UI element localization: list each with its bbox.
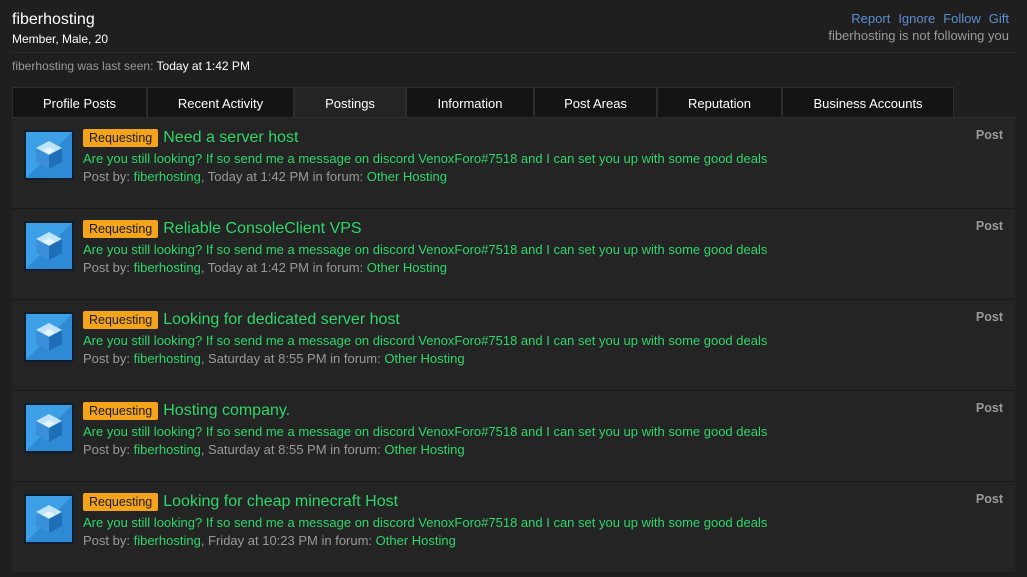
list-item: Requesting Looking for cheap minecraft H…: [12, 482, 1015, 573]
post-snippet: Are you still looking? If so send me a m…: [83, 333, 768, 348]
tab-post-areas[interactable]: Post Areas: [534, 87, 657, 118]
list-item: Requesting Hosting company. Are you stil…: [12, 391, 1015, 482]
post-content: Requesting Looking for dedicated server …: [83, 310, 767, 367]
post-title-link[interactable]: Looking for dedicated server host: [163, 311, 400, 329]
prefix-badge: Requesting: [83, 493, 159, 511]
tab-information[interactable]: Information: [406, 87, 534, 118]
action-links: Report Ignore Follow Gift: [828, 11, 1009, 27]
content-type-label: Post: [975, 401, 1003, 415]
follow-status: fiberhosting is not following you: [828, 28, 1009, 43]
post-by-label: Post by:: [83, 260, 130, 275]
author-link[interactable]: fiberhosting: [134, 351, 201, 366]
list-item: Requesting Need a server host Are you st…: [12, 118, 1015, 209]
avatar[interactable]: [24, 221, 74, 271]
post-title-link[interactable]: Looking for cheap minecraft Host: [163, 493, 398, 511]
title-row: Requesting Looking for cheap minecraft H…: [83, 492, 767, 512]
prefix-badge: Requesting: [83, 129, 159, 147]
post-content: Requesting Hosting company. Are you stil…: [83, 401, 767, 458]
title-row: Requesting Need a server host: [83, 128, 767, 148]
profile-tabs: Profile Posts Recent Activity Postings I…: [12, 87, 954, 118]
post-meta: Post by: fiberhosting, Saturday at 8:55 …: [83, 351, 767, 367]
forum-link[interactable]: Other Hosting: [367, 260, 447, 275]
post-meta: Post by: fiberhosting, Friday at 10:23 P…: [83, 533, 767, 549]
follow-link[interactable]: Follow: [943, 11, 981, 26]
cube-logo-icon: [26, 496, 72, 542]
post-content: Requesting Looking for cheap minecraft H…: [83, 492, 767, 549]
prefix-badge: Requesting: [83, 402, 159, 420]
tab-profile-posts[interactable]: Profile Posts: [12, 87, 147, 118]
header-divider: [12, 52, 1015, 53]
prefix-badge: Requesting: [83, 220, 159, 238]
content-type-label: Post: [975, 492, 1003, 506]
post-time: , Friday at 10:23 PM in forum:: [200, 533, 373, 548]
post-by-label: Post by:: [83, 442, 130, 457]
profile-username: fiberhosting: [12, 11, 95, 28]
profile-header: fiberhosting Member, Male, 20: [12, 10, 108, 47]
last-seen: fiberhosting was last seen: Today at 1:4…: [12, 59, 250, 73]
post-meta: Post by: fiberhosting, Today at 1:42 PM …: [83, 260, 767, 276]
post-meta: Post by: fiberhosting, Today at 1:42 PM …: [83, 169, 767, 185]
forum-link[interactable]: Other Hosting: [384, 442, 464, 457]
post-snippet: Are you still looking? If so send me a m…: [83, 151, 768, 166]
post-content: Requesting Need a server host Are you st…: [83, 128, 767, 185]
ignore-link[interactable]: Ignore: [898, 11, 935, 26]
title-row: Requesting Looking for dedicated server …: [83, 310, 767, 330]
profile-actions: Report Ignore Follow Gift fiberhosting is n…: [828, 11, 1009, 44]
avatar[interactable]: [24, 130, 74, 180]
post-title-link[interactable]: Need a server host: [163, 129, 298, 147]
post-by-label: Post by:: [83, 533, 130, 548]
title-row: Requesting Hosting company.: [83, 401, 767, 421]
author-link[interactable]: fiberhosting: [134, 442, 201, 457]
content-type-label: Post: [975, 219, 1003, 233]
post-time: , Today at 1:42 PM in forum:: [200, 169, 364, 184]
cube-logo-icon: [26, 405, 72, 451]
list-item: Requesting Looking for dedicated server …: [12, 300, 1015, 391]
postings-list: Requesting Need a server host Are you st…: [12, 118, 1015, 573]
forum-link[interactable]: Other Hosting: [367, 169, 447, 184]
tab-recent-activity[interactable]: Recent Activity: [147, 87, 294, 118]
post-title-link[interactable]: Hosting company.: [163, 402, 290, 420]
cube-logo-icon: [26, 132, 72, 178]
author-link[interactable]: fiberhosting: [134, 533, 201, 548]
content-type-label: Post: [975, 310, 1003, 324]
avatar[interactable]: [24, 403, 74, 453]
avatar[interactable]: [24, 494, 74, 544]
post-snippet: Are you still looking? If so send me a m…: [83, 515, 768, 530]
prefix-badge: Requesting: [83, 311, 159, 329]
author-link[interactable]: fiberhosting: [134, 169, 201, 184]
profile-page: fiberhosting Member, Male, 20 Report Igno…: [0, 0, 1027, 577]
avatar[interactable]: [24, 312, 74, 362]
post-snippet: Are you still looking? If so send me a m…: [83, 424, 768, 439]
forum-link[interactable]: Other Hosting: [376, 533, 456, 548]
post-meta: Post by: fiberhosting, Saturday at 8:55 …: [83, 442, 767, 458]
title-row: Requesting Reliable ConsoleClient VPS: [83, 219, 767, 239]
cube-logo-icon: [26, 314, 72, 360]
tab-business-accounts[interactable]: Business Accounts: [782, 87, 954, 118]
author-link[interactable]: fiberhosting: [134, 260, 201, 275]
post-by-label: Post by:: [83, 351, 130, 366]
member-info: Member, Male, 20: [12, 32, 109, 46]
content-type-label: Post: [975, 128, 1003, 142]
post-time: , Saturday at 8:55 PM in forum:: [200, 351, 381, 366]
post-time: , Today at 1:42 PM in forum:: [200, 260, 364, 275]
forum-link[interactable]: Other Hosting: [384, 351, 464, 366]
list-item: Requesting Reliable ConsoleClient VPS Ar…: [12, 209, 1015, 300]
tab-reputation[interactable]: Reputation: [657, 87, 782, 118]
post-time: , Saturday at 8:55 PM in forum:: [200, 442, 381, 457]
post-by-label: Post by:: [83, 169, 130, 184]
post-title-link[interactable]: Reliable ConsoleClient VPS: [163, 220, 361, 238]
gift-link[interactable]: Gift: [989, 11, 1009, 26]
cube-logo-icon: [26, 223, 72, 269]
post-snippet: Are you still looking? If so send me a m…: [83, 242, 768, 257]
post-content: Requesting Reliable ConsoleClient VPS Ar…: [83, 219, 767, 276]
last-seen-value: Today at 1:42 PM: [156, 59, 250, 73]
report-link[interactable]: Report: [851, 11, 890, 26]
last-seen-prefix: fiberhosting was last seen:: [12, 59, 154, 73]
tab-postings[interactable]: Postings: [294, 87, 406, 118]
